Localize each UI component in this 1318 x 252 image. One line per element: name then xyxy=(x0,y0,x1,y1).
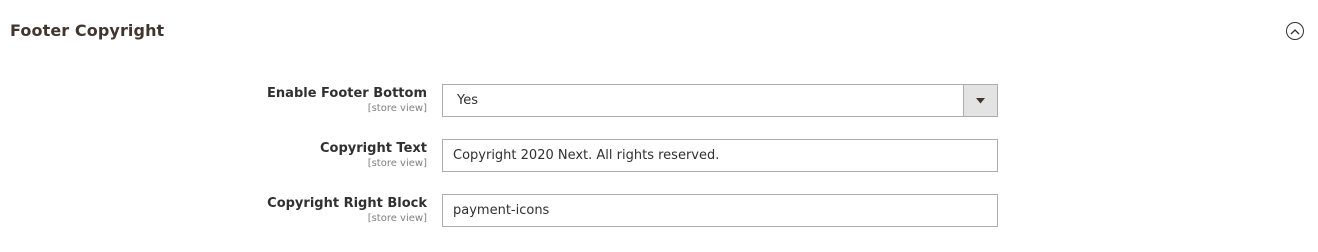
field-row-enable-footer-bottom: Enable Footer Bottom [store view] Yes xyxy=(0,84,1318,118)
chevron-up-icon xyxy=(1290,28,1300,35)
copyright-right-block-input[interactable] xyxy=(442,194,998,227)
field-label-group: Enable Footer Bottom [store view] xyxy=(267,84,427,115)
section-title[interactable]: Footer Copyright xyxy=(10,20,164,42)
section-collapse-toggle[interactable] xyxy=(1286,22,1304,40)
copyright-right-block-scope: [store view] xyxy=(367,213,427,224)
copyright-right-block-label: Copyright Right Block xyxy=(267,196,427,211)
copyright-text-scope: [store view] xyxy=(367,158,427,169)
enable-footer-bottom-select[interactable]: Yes xyxy=(442,84,998,117)
enable-footer-bottom-label: Enable Footer Bottom xyxy=(267,86,427,101)
dropdown-arrow-icon[interactable] xyxy=(963,85,997,116)
field-label-group: Copyright Text [store view] xyxy=(320,139,427,170)
field-row-copyright-right-block: Copyright Right Block [store view] xyxy=(0,194,1318,228)
enable-footer-bottom-select-value: Yes xyxy=(457,93,478,108)
copyright-text-input[interactable] xyxy=(442,139,998,172)
copyright-text-label: Copyright Text xyxy=(320,141,427,156)
field-row-copyright-text: Copyright Text [store view] xyxy=(0,139,1318,173)
enable-footer-bottom-scope: [store view] xyxy=(367,103,427,114)
field-label-group: Copyright Right Block [store view] xyxy=(267,194,427,225)
